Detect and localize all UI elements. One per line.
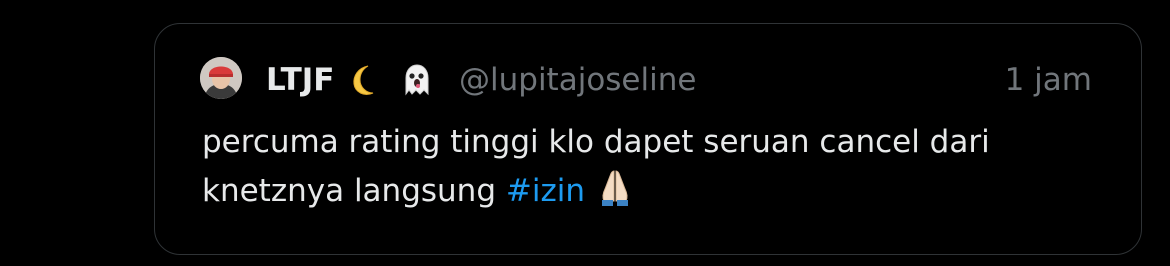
- crescent-moon-icon: [346, 62, 382, 98]
- tweet-text-line-1: percuma rating tinggi klo dapet seruan c…: [202, 124, 990, 160]
- user-handle[interactable]: @lupitajoseline: [459, 60, 696, 100]
- timestamp[interactable]: 1 jam: [1005, 60, 1092, 100]
- ghost-icon: [398, 62, 434, 98]
- hashtag-link[interactable]: #izin: [506, 173, 585, 209]
- tweet-text-line-2: knetznya langsung #izin: [202, 167, 635, 211]
- folded-hands-icon: [595, 167, 635, 207]
- display-name[interactable]: LTJF: [266, 60, 334, 100]
- avatar[interactable]: [200, 57, 242, 99]
- tweet-text-fragment: knetznya langsung: [202, 173, 497, 209]
